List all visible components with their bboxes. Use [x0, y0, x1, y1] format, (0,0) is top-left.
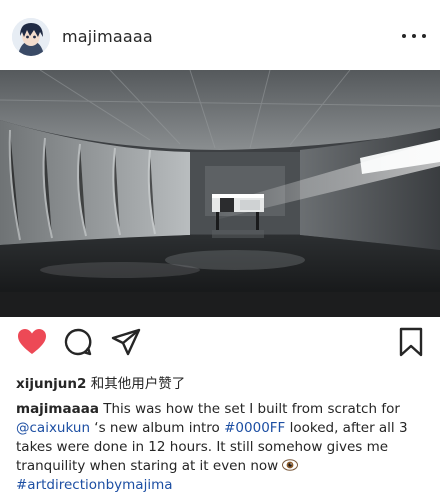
post-actions [0, 326, 440, 362]
caption-text-1: This was how the set I built from scratc… [98, 401, 400, 417]
hashtag-link[interactable]: #artdirectionbymajima [16, 477, 173, 493]
share-icon[interactable] [110, 326, 142, 358]
likes-line[interactable]: xijunjun2 和其他用户赞了 [16, 372, 185, 392]
comment-icon[interactable] [62, 326, 94, 358]
likes-username[interactable]: xijunjun2 [16, 376, 86, 392]
mention-link[interactable]: @caixukun [16, 420, 90, 436]
caption: majimaaaa This was how the set I built f… [16, 400, 432, 495]
heart-icon[interactable] [16, 326, 48, 358]
post-username[interactable]: majimaaaa [62, 27, 153, 46]
caption-username[interactable]: majimaaaa [16, 401, 99, 417]
bookmark-icon[interactable] [395, 326, 427, 358]
more-icon[interactable] [402, 34, 426, 42]
likes-suffix: 和其他用户赞了 [86, 376, 186, 392]
caption-text-2: ‘s new album intro [90, 420, 225, 436]
post-header: majimaaaa [0, 0, 440, 70]
post-image[interactable] [0, 70, 440, 317]
avatar[interactable] [12, 18, 50, 56]
hashtag-link[interactable]: #0000FF [224, 420, 285, 436]
eye-emoji-icon [282, 458, 299, 474]
